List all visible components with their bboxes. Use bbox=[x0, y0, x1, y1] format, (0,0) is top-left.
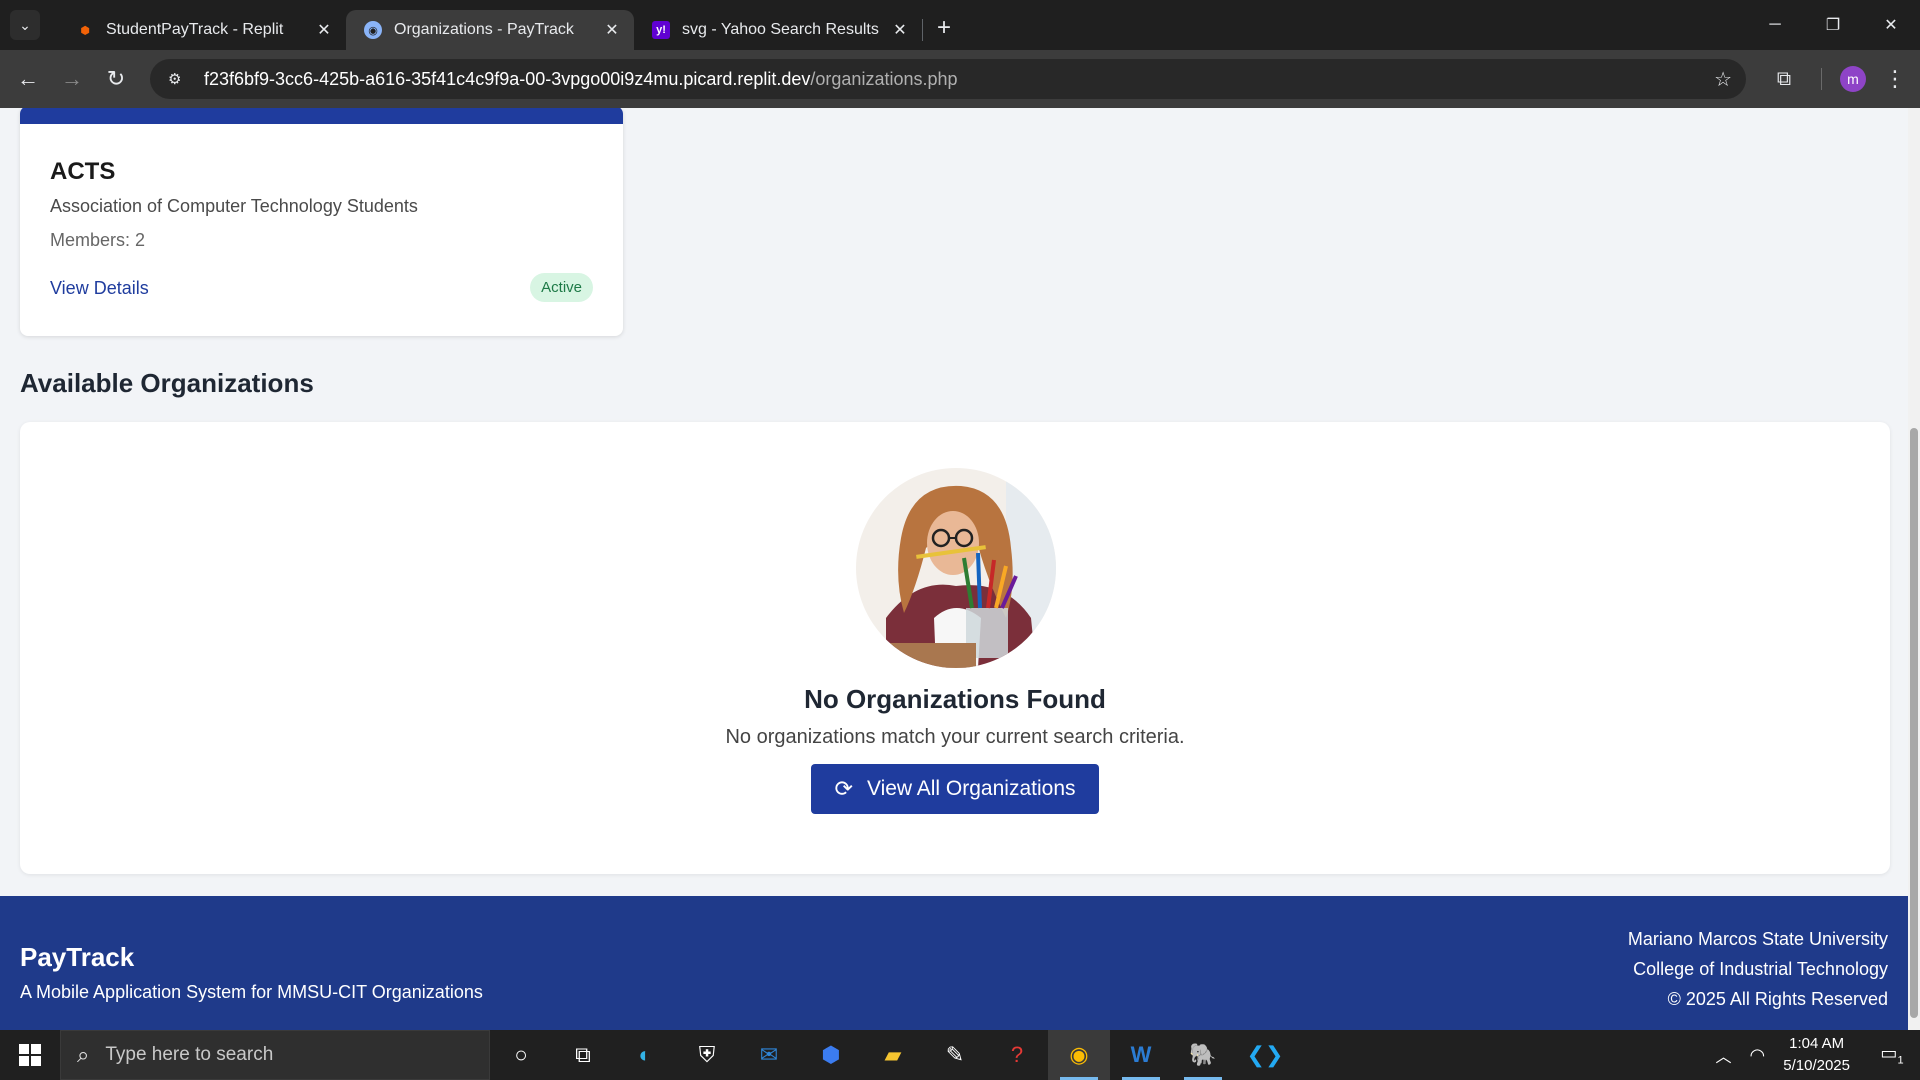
refresh-icon: ⟳ bbox=[834, 776, 853, 801]
footer-institution: Mariano Marcos State University College … bbox=[1628, 924, 1888, 1014]
toolbar-separator bbox=[1821, 68, 1822, 90]
view-all-organizations-button[interactable]: ⟳ View All Organizations bbox=[811, 764, 1099, 814]
yahoo-icon: y! bbox=[652, 21, 670, 39]
start-button[interactable] bbox=[0, 1030, 60, 1080]
address-bar-row: ← → ↻ ⚙ f23f6bf9-3cc6-425b-a616-35f41c4c… bbox=[0, 50, 1920, 108]
new-tab-button[interactable]: + bbox=[937, 14, 951, 42]
organization-card: ACTS Association of Computer Technology … bbox=[20, 108, 623, 336]
extensions-icon[interactable]: ⧉ bbox=[1769, 68, 1799, 91]
org-acronym: ACTS bbox=[50, 158, 116, 185]
windows-taskbar: ⌕ Type here to search ○ ⧉ ◐ ⛨ ✉ ⬢ ▰ ✎ ? … bbox=[0, 1030, 1920, 1080]
file-explorer-icon[interactable]: ▰ bbox=[862, 1030, 924, 1080]
page-viewport: ACTS Association of Computer Technology … bbox=[0, 108, 1920, 1030]
security-shield-icon[interactable]: ⛨ bbox=[676, 1030, 738, 1080]
close-icon[interactable]: ✕ bbox=[602, 20, 622, 40]
system-tray: ︿ ◠ 1:04 AM 5/10/2025 ▭1 bbox=[1716, 1030, 1920, 1080]
help-icon[interactable]: ? bbox=[986, 1030, 1048, 1080]
chevron-up-icon[interactable]: ︿ bbox=[1716, 1043, 1732, 1067]
empty-state-title: No Organizations Found bbox=[804, 684, 1106, 714]
clock[interactable]: 1:04 AM 5/10/2025 bbox=[1783, 1033, 1850, 1077]
clock-date: 5/10/2025 bbox=[1783, 1057, 1850, 1074]
notification-icon[interactable]: ▭1 bbox=[1872, 1043, 1912, 1067]
url-field[interactable]: ⚙ f23f6bf9-3cc6-425b-a616-35f41c4c9f9a-0… bbox=[150, 59, 1746, 99]
empty-state-illustration bbox=[856, 468, 1056, 668]
close-icon[interactable]: ✕ bbox=[314, 20, 334, 40]
postgres-icon[interactable]: 🐘 bbox=[1172, 1030, 1234, 1080]
chevron-down-icon: ⌄ bbox=[19, 16, 31, 33]
windows-logo-icon bbox=[19, 1044, 41, 1066]
minimize-icon[interactable]: ─ bbox=[1746, 0, 1804, 50]
wps-icon[interactable]: ⬢ bbox=[800, 1030, 862, 1080]
forward-arrow-icon[interactable]: → bbox=[54, 61, 90, 97]
button-label: View All Organizations bbox=[866, 777, 1076, 800]
footer-copyright: © 2025 All Rights Reserved bbox=[1667, 989, 1888, 1009]
url-path: /organizations.php bbox=[810, 68, 958, 89]
card-header-band bbox=[20, 108, 623, 124]
restore-icon[interactable]: ❐ bbox=[1804, 0, 1862, 50]
empty-state-panel: No Organizations Found No organizations … bbox=[20, 422, 1890, 874]
url-host: f23f6bf9-3cc6-425b-a616-35f41c4c9f9a-00-… bbox=[204, 68, 811, 89]
close-icon[interactable]: ✕ bbox=[890, 20, 910, 40]
word-icon[interactable]: W bbox=[1110, 1030, 1172, 1080]
view-details-link[interactable]: View Details bbox=[50, 278, 149, 299]
window-controls: ─ ❐ ✕ bbox=[1746, 0, 1920, 50]
edge-icon[interactable]: ◐ bbox=[614, 1030, 676, 1080]
scrollbar-thumb[interactable] bbox=[1910, 428, 1918, 1018]
tab-title: Organizations - PayTrack bbox=[394, 21, 574, 38]
close-window-icon[interactable]: ✕ bbox=[1862, 0, 1920, 50]
org-member-count: Members: 2 bbox=[50, 230, 146, 250]
tab-separator bbox=[922, 19, 923, 41]
tab-title: StudentPayTrack - Replit bbox=[106, 21, 284, 38]
org-full-name: Association of Computer Technology Stude… bbox=[50, 196, 418, 216]
footer-college: College of Industrial Technology bbox=[1633, 959, 1888, 979]
page-scrollbar[interactable] bbox=[1908, 108, 1920, 1030]
vscode-icon[interactable]: ❮❯ bbox=[1234, 1030, 1296, 1080]
task-view-icon[interactable]: ⧉ bbox=[552, 1030, 614, 1080]
globe-icon: ◉ bbox=[364, 21, 382, 39]
document-editor-icon[interactable]: ✎ bbox=[924, 1030, 986, 1080]
footer-university: Mariano Marcos State University bbox=[1627, 929, 1888, 949]
footer-tagline: A Mobile Application System for MMSU-CIT… bbox=[20, 982, 483, 1002]
search-icon: ⌕ bbox=[77, 1042, 90, 1067]
tab-title: svg - Yahoo Search Results bbox=[682, 21, 879, 38]
tab-search-button[interactable]: ⌄ bbox=[10, 10, 40, 40]
tab-yahoo[interactable]: y! svg - Yahoo Search Results ✕ bbox=[634, 10, 922, 50]
toolbar-right: ⧉ m ⋮ bbox=[1769, 50, 1920, 108]
browser-tab-bar: ⌄ ⬢ StudentPayTrack - Replit ✕ ◉ Organiz… bbox=[0, 0, 1920, 50]
cortana-icon[interactable]: ○ bbox=[490, 1030, 552, 1080]
bookmark-star-icon[interactable]: ☆ bbox=[1714, 67, 1732, 92]
reload-icon[interactable]: ↻ bbox=[98, 61, 134, 97]
site-info-icon[interactable]: ⚙ bbox=[168, 70, 190, 88]
chrome-icon[interactable]: ◉ bbox=[1048, 1030, 1110, 1080]
mail-icon[interactable]: ✉ bbox=[738, 1030, 800, 1080]
empty-state-message: No organizations match your current sear… bbox=[725, 726, 1185, 748]
status-badge: Active bbox=[530, 273, 593, 302]
footer-brand: PayTrack bbox=[20, 942, 135, 972]
search-placeholder: Type here to search bbox=[105, 1044, 274, 1065]
menu-kebab-icon[interactable]: ⋮ bbox=[1884, 66, 1906, 92]
tab-studentpaytrack[interactable]: ⬢ StudentPayTrack - Replit ✕ bbox=[58, 10, 346, 50]
section-title: Available Organizations bbox=[20, 368, 314, 398]
back-arrow-icon[interactable]: ← bbox=[10, 61, 46, 97]
tab-organizations[interactable]: ◉ Organizations - PayTrack ✕ bbox=[346, 10, 634, 50]
clock-time: 1:04 AM bbox=[1789, 1035, 1845, 1052]
taskbar-search-input[interactable]: ⌕ Type here to search bbox=[60, 1030, 490, 1080]
replit-icon: ⬢ bbox=[80, 24, 90, 37]
notification-count: 1 bbox=[1897, 1054, 1904, 1067]
wifi-icon[interactable]: ◠ bbox=[1750, 1045, 1766, 1066]
profile-avatar[interactable]: m bbox=[1840, 66, 1866, 92]
page-footer: PayTrack A Mobile Application System for… bbox=[0, 896, 1908, 1030]
